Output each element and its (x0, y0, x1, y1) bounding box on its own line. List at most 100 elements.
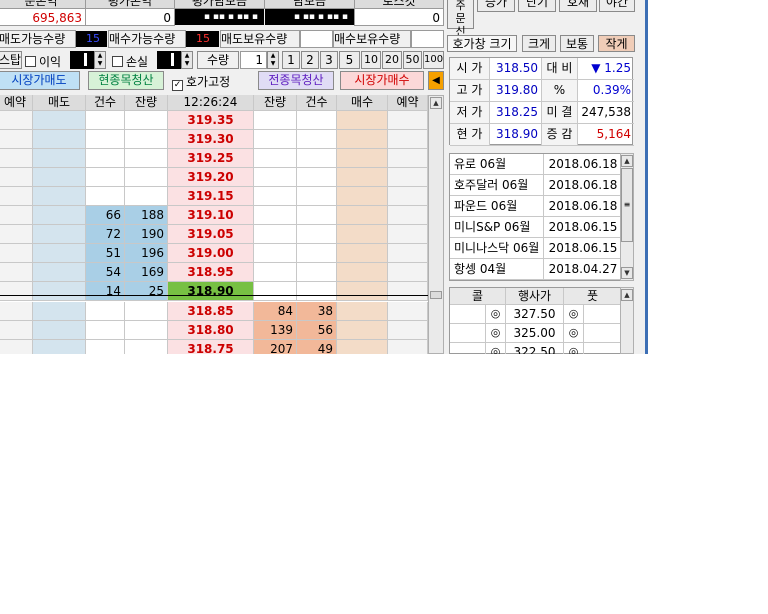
sell-cell[interactable] (33, 340, 86, 354)
price-cell[interactable]: 319.30 (168, 130, 254, 149)
profit-checkbox[interactable] (25, 56, 36, 67)
buy-cell[interactable] (337, 206, 388, 225)
scroll-up-icon[interactable]: ▲ (621, 289, 633, 301)
sell-cell[interactable] (33, 263, 86, 282)
buy-reserve-cell[interactable] (388, 168, 428, 187)
collapse-arrow-button[interactable]: ◀ (428, 71, 444, 90)
buy-reserve-cell[interactable] (388, 206, 428, 225)
buy-cell[interactable] (337, 111, 388, 130)
sell-cell[interactable] (33, 282, 86, 301)
instrument-name[interactable]: 파운드 06월 (450, 196, 544, 217)
sell-reserve-cell[interactable] (0, 149, 33, 168)
price-cell[interactable]: 319.15 (168, 187, 254, 206)
market-buy-button[interactable]: 시장가매수 (340, 71, 424, 90)
instrument-name[interactable]: 항셍 04월 (450, 259, 544, 280)
sell-cell[interactable] (33, 168, 86, 187)
tab-increase[interactable]: 증가 (477, 0, 515, 12)
put-cell[interactable] (584, 305, 622, 324)
qty-input[interactable]: 1 (240, 51, 267, 69)
loss-input[interactable] (157, 51, 181, 69)
size-normal-tab[interactable]: 보통 (560, 35, 594, 52)
stop-button[interactable]: 스탑 (0, 51, 22, 69)
scroll-up-icon[interactable]: ▲ (621, 155, 633, 167)
buy-reserve-cell[interactable] (388, 302, 428, 321)
sell-reserve-cell[interactable] (0, 206, 33, 225)
target-icon[interactable]: ◎ (486, 343, 505, 354)
sell-reserve-cell[interactable] (0, 263, 33, 282)
close-all-button[interactable]: 전종목청산 (258, 71, 334, 90)
buy-reserve-cell[interactable] (388, 149, 428, 168)
scroll-thumb[interactable] (430, 291, 442, 299)
tab-favorable[interactable]: 호재 (559, 0, 597, 12)
qty-preset-100[interactable]: 100 (423, 51, 444, 69)
close-position-button[interactable]: 현종목청산 (88, 71, 164, 90)
buy-reserve-cell[interactable] (388, 111, 428, 130)
target-icon[interactable]: ◎ (486, 305, 505, 323)
buy-reserve-cell[interactable] (388, 321, 428, 340)
qty-spinner[interactable]: ▲ ▼ (267, 51, 279, 69)
buy-reserve-cell[interactable] (388, 340, 428, 354)
target-icon[interactable]: ◎ (564, 324, 583, 342)
price-cell[interactable]: 319.00 (168, 244, 254, 263)
sell-reserve-cell[interactable] (0, 302, 33, 321)
buy-cell[interactable] (337, 340, 388, 354)
options-scrollbar[interactable]: ▲ (620, 287, 634, 354)
buy-reserve-cell[interactable] (388, 225, 428, 244)
target-icon[interactable]: ◎ (486, 324, 505, 342)
price-cell[interactable]: 318.90 (168, 282, 254, 301)
price-cell[interactable]: 318.85 (168, 302, 254, 321)
buy-cell[interactable] (337, 321, 388, 340)
buy-cell[interactable] (337, 187, 388, 206)
target-icon[interactable]: ◎ (564, 305, 583, 323)
sell-reserve-cell[interactable] (0, 321, 33, 340)
size-small-tab[interactable]: 작게 (598, 35, 635, 52)
buy-reserve-cell[interactable] (388, 130, 428, 149)
sell-cell[interactable] (33, 302, 86, 321)
instrument-name[interactable]: 유로 06월 (450, 154, 544, 175)
qty-preset-3[interactable]: 3 (320, 51, 338, 69)
sell-cell[interactable] (33, 130, 86, 149)
sell-reserve-cell[interactable] (0, 225, 33, 244)
buy-reserve-cell[interactable] (388, 187, 428, 206)
sell-reserve-cell[interactable] (0, 111, 33, 130)
orderbook-scrollbar[interactable]: ▲ (428, 95, 444, 354)
buy-reserve-cell[interactable] (388, 263, 428, 282)
buy-cell[interactable] (337, 282, 388, 301)
sell-cell[interactable] (33, 321, 86, 340)
buy-cell[interactable] (337, 263, 388, 282)
sell-reserve-cell[interactable] (0, 168, 33, 187)
buy-cell[interactable] (337, 168, 388, 187)
sell-cell[interactable] (33, 149, 86, 168)
market-sell-button[interactable]: 시장가매도 (0, 71, 80, 90)
qty-preset-50[interactable]: 50 (403, 51, 422, 69)
price-cell[interactable]: 318.95 (168, 263, 254, 282)
size-large-tab[interactable]: 크게 (522, 35, 556, 52)
buy-reserve-cell[interactable] (388, 244, 428, 263)
instrument-name[interactable]: 호주달러 06월 (450, 175, 544, 196)
price-cell[interactable]: 319.35 (168, 111, 254, 130)
scroll-thumb[interactable]: ≡ (621, 168, 633, 242)
price-cell[interactable]: 319.25 (168, 149, 254, 168)
price-cell[interactable]: 319.10 (168, 206, 254, 225)
buy-cell[interactable] (337, 302, 388, 321)
call-cell[interactable] (450, 324, 486, 343)
buy-cell[interactable] (337, 225, 388, 244)
call-cell[interactable] (450, 343, 486, 354)
buy-cell[interactable] (337, 149, 388, 168)
sell-reserve-cell[interactable] (0, 187, 33, 206)
buy-cell[interactable] (337, 244, 388, 263)
sell-cell[interactable] (33, 244, 86, 263)
profit-spinner[interactable]: ▲ ▼ (94, 51, 106, 69)
order-request-button[interactable]: 주문신청 (447, 0, 474, 51)
sell-reserve-cell[interactable] (0, 282, 33, 301)
qty-preset-10[interactable]: 10 (361, 51, 381, 69)
put-cell[interactable] (584, 343, 622, 354)
qty-preset-20[interactable]: 20 (382, 51, 402, 69)
scroll-up-icon[interactable]: ▲ (430, 97, 442, 109)
call-cell[interactable] (450, 305, 486, 324)
scroll-down-icon[interactable]: ▼ (621, 267, 633, 279)
sell-cell[interactable] (33, 187, 86, 206)
loss-spinner[interactable]: ▲ ▼ (181, 51, 193, 69)
sell-reserve-cell[interactable] (0, 340, 33, 354)
fix-quote-checkbox[interactable]: ✓ (172, 80, 183, 91)
